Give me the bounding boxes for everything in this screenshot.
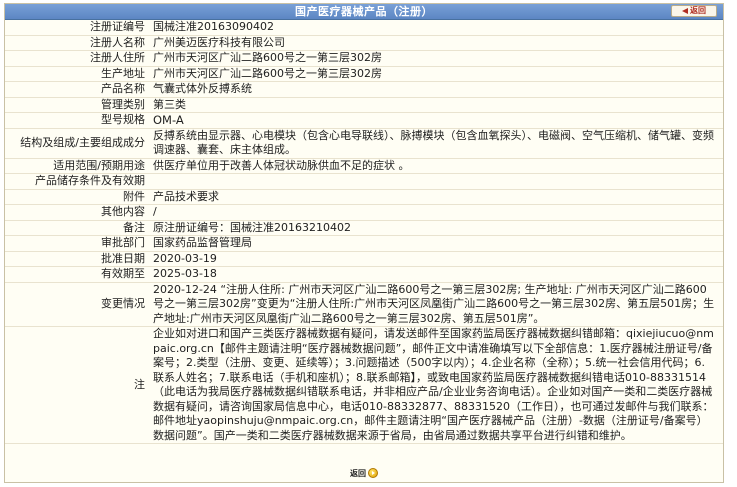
back-button-bottom[interactable]: 返回 — [350, 468, 378, 479]
field-label: 其他内容 — [5, 204, 149, 221]
page-gutter — [726, 0, 737, 487]
field-value: 广州市天河区广汕二路600号之一第三层302房 — [149, 66, 723, 82]
field-value: 广州市天河区广汕二路600号之一第三层302房 — [149, 50, 723, 67]
field-value: OM-A — [149, 112, 723, 129]
field-label: 适用范围/预期用途 — [5, 158, 149, 174]
table-row: 产品储存条件及有效期 — [5, 173, 723, 190]
field-label: 型号规格 — [5, 112, 149, 129]
back-arrow-icon — [682, 8, 688, 14]
field-value: 2020-03-19 — [149, 251, 723, 267]
field-value — [149, 173, 723, 190]
field-value: 产品技术要求 — [149, 189, 723, 205]
field-value: / — [149, 204, 723, 221]
field-label: 生产地址 — [5, 66, 149, 82]
field-label: 附件 — [5, 189, 149, 205]
table-row: 管理类别 第三类 — [5, 97, 723, 113]
field-label: 结构及组成/主要组成成分 — [5, 128, 149, 159]
panel-header: 国产医疗器械产品（注册） 返回 — [5, 4, 723, 20]
table-row: 批准日期 2020-03-19 — [5, 251, 723, 267]
table-row: 注册证编号 国械注准20163090402 — [5, 20, 723, 36]
field-value: 气囊式体外反搏系统 — [149, 81, 723, 98]
detail-panel: 国产医疗器械产品（注册） 返回 注册证编号 国械注准20163090402 注册人名… — [4, 3, 724, 483]
detail-table-body: 注册证编号 国械注准20163090402 注册人名称 广州美迈医疗科技有限公司 注册人… — [5, 20, 723, 444]
field-value: 原注册证编号：国械注准20163210402 — [149, 220, 723, 236]
field-value: 国械注准20163090402 — [149, 20, 723, 36]
back-button-bottom-label: 返回 — [350, 468, 366, 478]
footer-bar: 返回 — [5, 464, 723, 482]
table-row: 适用范围/预期用途 供医疗单位用于改善人体冠状动脉供血不足的症状 。 — [5, 158, 723, 174]
table-row: 注企业如对进口和国产三类医疗器械数据有疑问，请发送邮件至国家药监局医疗器械数据纠… — [5, 326, 723, 444]
table-row: 附件 产品技术要求 — [5, 189, 723, 205]
field-label: 变更情况 — [5, 282, 149, 327]
field-label: 管理类别 — [5, 97, 149, 113]
table-row: 备注 原注册证编号：国械注准20163210402 — [5, 220, 723, 236]
table-row: 变更情况 2020-12-24 “注册人住所: 广州市天河区广汕二路600号之一第… — [5, 282, 723, 327]
field-label: 备注 — [5, 220, 149, 236]
field-value: 2025-03-18 — [149, 266, 723, 283]
field-value: 2020-12-24 “注册人住所: 广州市天河区广汕二路600号之一第三层30… — [149, 282, 723, 327]
field-value: 第三类 — [149, 97, 723, 113]
field-label: 注 — [5, 326, 149, 444]
field-value: 广州美迈医疗科技有限公司 — [149, 35, 723, 51]
field-label: 注册人住所 — [5, 50, 149, 67]
field-label: 注册人名称 — [5, 35, 149, 51]
back-circle-icon — [368, 468, 378, 478]
field-label: 批准日期 — [5, 251, 149, 267]
table-row: 审批部门 国家药品监督管理局 — [5, 235, 723, 252]
table-row: 型号规格 OM-A — [5, 112, 723, 129]
field-label: 产品名称 — [5, 81, 149, 98]
table-row: 产品名称 气囊式体外反搏系统 — [5, 81, 723, 98]
field-label: 产品储存条件及有效期 — [5, 173, 149, 190]
table-row: 有效期至 2025-03-18 — [5, 266, 723, 283]
field-value: 国家药品监督管理局 — [149, 235, 723, 252]
back-button-top-label: 返回 — [690, 6, 706, 15]
table-row: 生产地址 广州市天河区广汕二路600号之一第三层302房 — [5, 66, 723, 82]
back-button-top[interactable]: 返回 — [671, 5, 717, 17]
table-row: 其他内容 / — [5, 204, 723, 221]
table-row: 注册人名称 广州美迈医疗科技有限公司 — [5, 35, 723, 51]
table-row: 结构及组成/主要组成成分 反搏系统由显示器、心电模块（包含心电导联线）、脉搏模块（… — [5, 128, 723, 159]
field-label: 有效期至 — [5, 266, 149, 283]
page-title: 国产医疗器械产品（注册） — [295, 5, 433, 18]
field-value: 供医疗单位用于改善人体冠状动脉供血不足的症状 。 — [149, 158, 723, 174]
table-row: 注册人住所 广州市天河区广汕二路600号之一第三层302房 — [5, 50, 723, 67]
field-value: 反搏系统由显示器、心电模块（包含心电导联线）、脉搏模块（包含血氧探头）、电磁阀、… — [149, 128, 723, 159]
field-value: 企业如对进口和国产三类医疗器械数据有疑问，请发送邮件至国家药监局医疗器械数据纠错… — [149, 326, 723, 444]
detail-table: 注册证编号 国械注准20163090402 注册人名称 广州美迈医疗科技有限公司 注册人… — [5, 20, 723, 444]
field-label: 注册证编号 — [5, 20, 149, 36]
field-label: 审批部门 — [5, 235, 149, 252]
